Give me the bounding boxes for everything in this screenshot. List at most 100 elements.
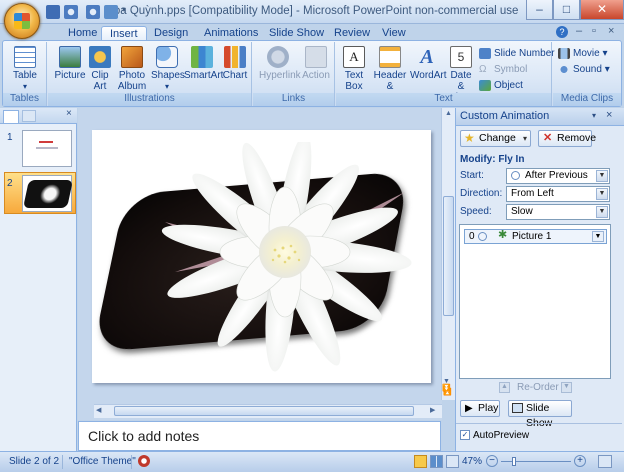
notes-pane[interactable]: Click to add notes [78, 421, 441, 451]
chart-icon [224, 46, 246, 68]
panel-close-icon[interactable]: × [66, 108, 72, 119]
symbol-button[interactable]: Ω Symbol [477, 62, 527, 77]
table-icon [14, 46, 36, 68]
scroll-down-icon[interactable]: ▼ [443, 378, 450, 385]
reorder-up-icon[interactable]: ▲ [499, 382, 510, 393]
scroll-left-icon[interactable]: ◀ [96, 406, 101, 414]
scroll-up-icon[interactable]: ▲ [443, 110, 454, 121]
slide-number-button[interactable]: Slide Number [477, 46, 555, 61]
maximize-button[interactable]: □ [553, 0, 580, 20]
wordart-button[interactable]: A WordArt [410, 46, 447, 81]
table-label: Table [13, 70, 37, 81]
picture-button[interactable]: Picture [53, 46, 87, 81]
photo-album-label-1: Photo [118, 70, 146, 81]
zoom-in-icon[interactable]: + [574, 455, 586, 467]
office-logo-icon [14, 13, 30, 29]
clip-art-button[interactable]: Clip Art [88, 46, 112, 92]
slide-show-button[interactable]: Slide Show [508, 400, 572, 429]
slide-sorter-icon[interactable] [430, 455, 443, 468]
save-icon[interactable] [46, 5, 60, 19]
direction-value: From Left [511, 188, 554, 199]
theme-name: "Office Theme" [69, 456, 136, 467]
text-box-button[interactable]: A Text Box [340, 46, 368, 92]
movie-icon [558, 48, 570, 59]
sound-button[interactable]: Sound ▾ [556, 62, 610, 77]
speed-select[interactable]: Slow ▼ [506, 204, 610, 220]
group-label-links: Links [253, 93, 334, 106]
slideshow-qat-icon[interactable] [104, 5, 118, 19]
action-button[interactable]: Action [301, 46, 331, 81]
title-bar: Hoa Quỳnh.pps [Compatibility Mode] - Mic… [0, 0, 624, 24]
tab-insert[interactable]: Insert [101, 26, 147, 41]
speed-value: Slow [511, 206, 533, 217]
change-dropdown-icon: ▾ [522, 134, 527, 143]
group-label-media: Media Clips [553, 93, 621, 106]
chevron-down-icon: ▼ [596, 206, 608, 218]
chevron-down-icon: ▼ [596, 188, 608, 200]
group-tables: Table ▾ Tables [3, 42, 47, 106]
vertical-scrollbar[interactable]: ▲ ▼ ⏫ [441, 108, 455, 400]
shapes-button[interactable]: Shapes ▾ [151, 46, 185, 92]
group-media: Movie ▾ Sound ▾ Media Clips [553, 42, 621, 106]
object-button[interactable]: Object [477, 78, 523, 93]
pane-menu-icon[interactable]: ▾ [592, 111, 596, 120]
undo-icon[interactable] [64, 5, 78, 19]
spelling-check-icon[interactable] [138, 455, 150, 467]
tab-review[interactable]: Review [326, 26, 378, 41]
pane-divider [456, 423, 622, 424]
tab-view[interactable]: View [374, 26, 414, 41]
redo-icon[interactable] [86, 5, 100, 19]
tab-design[interactable]: Design [146, 26, 196, 41]
pane-close-icon[interactable]: × [606, 109, 612, 121]
tab-home[interactable]: Home [60, 26, 105, 41]
help-icon[interactable]: ? [556, 26, 568, 38]
ribbon-minimize-icon[interactable]: – [576, 25, 582, 37]
animation-list[interactable]: 0 ✱ Picture 1 ▼ [459, 224, 611, 379]
minimize-button[interactable]: – [526, 0, 553, 20]
slide-thumbnail-1[interactable] [22, 130, 72, 167]
autopreview-checkbox[interactable]: ✓ [460, 430, 470, 440]
zoom-out-icon[interactable]: − [486, 455, 498, 467]
movie-button[interactable]: Movie ▾ [556, 46, 607, 61]
normal-view-icon[interactable] [414, 455, 427, 468]
tab-slide-show[interactable]: Slide Show [261, 26, 332, 41]
thumb-flower-image [23, 180, 73, 208]
horizontal-scrollbar[interactable]: ◀ ▶ [94, 404, 442, 418]
direction-label: Direction: [460, 188, 503, 199]
item-dropdown-icon[interactable]: ▼ [592, 231, 604, 242]
ribbon-restore-icon[interactable]: ▫ [592, 25, 596, 37]
horizontal-scroll-thumb[interactable] [114, 406, 414, 416]
start-select[interactable]: After Previous ▼ [506, 168, 610, 184]
zoom-slider-thumb[interactable] [512, 457, 516, 466]
vertical-scroll-thumb[interactable] [443, 196, 454, 316]
group-label-text: Text [336, 93, 551, 106]
ribbon-close-icon[interactable]: × [608, 25, 614, 37]
table-button[interactable]: Table ▾ [7, 46, 43, 92]
play-button[interactable]: ▶ Play [460, 400, 500, 417]
change-button[interactable]: ★ Change ▾ [460, 130, 531, 147]
chart-button[interactable]: Chart [221, 46, 249, 81]
qat-menu-icon[interactable]: ▾ [122, 5, 130, 19]
zoom-level[interactable]: 47% [462, 456, 482, 467]
tab-animations[interactable]: Animations [196, 26, 266, 41]
tab-slides[interactable] [3, 110, 19, 123]
slide-show-view-icon[interactable] [446, 455, 459, 468]
office-button[interactable] [4, 3, 40, 39]
direction-select[interactable]: From Left ▼ [506, 186, 610, 202]
hyperlink-button[interactable]: Hyperlink [259, 46, 301, 81]
modify-heading: Modify: Fly In [460, 154, 525, 165]
reorder-down-icon[interactable]: ▼ [561, 382, 572, 393]
remove-button[interactable]: ✕ Remove [538, 130, 596, 147]
play-icon: ▶ [465, 403, 473, 414]
scroll-right-icon[interactable]: ▶ [430, 406, 435, 414]
slide-thumbnail-2[interactable] [22, 175, 73, 212]
close-button[interactable]: ✕ [580, 0, 624, 20]
clip-art-label-2: Art [93, 81, 107, 92]
fit-to-window-icon[interactable] [598, 455, 612, 468]
smartart-button[interactable]: SmartArt [184, 46, 223, 81]
next-slide-icon[interactable]: ⏬ [442, 385, 451, 393]
animation-list-item[interactable]: 0 ✱ Picture 1 ▼ [464, 229, 607, 244]
animation-item-name: Picture 1 [512, 231, 552, 242]
flower-picture[interactable] [115, 142, 435, 372]
tab-outline[interactable] [22, 110, 36, 122]
